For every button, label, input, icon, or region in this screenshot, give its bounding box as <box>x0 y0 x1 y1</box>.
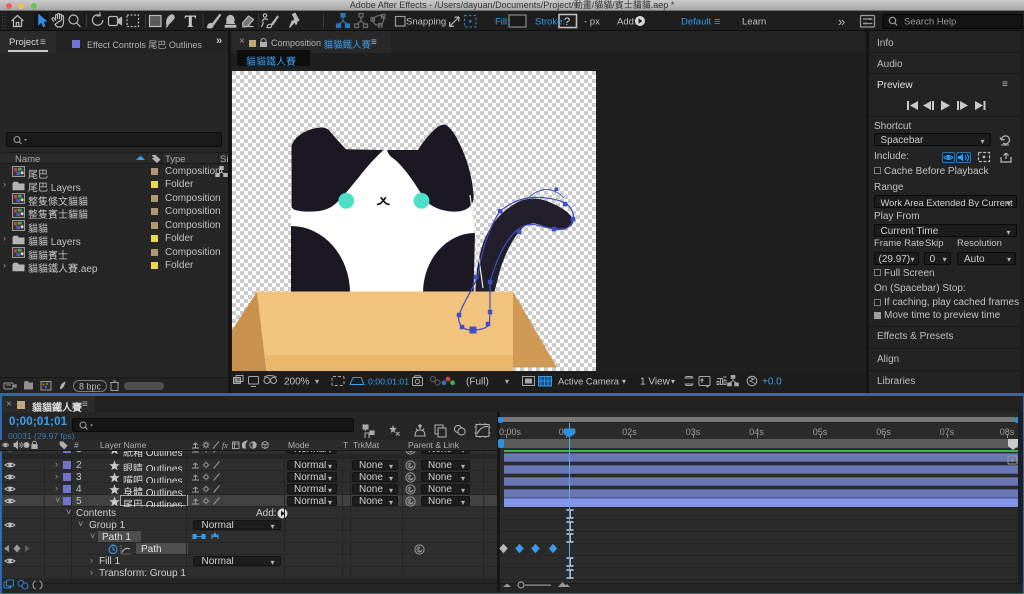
svg-text:Stroke:: Stroke: <box>535 17 565 28</box>
svg-text:Mode: Mode <box>288 440 310 450</box>
svg-text:1 View: 1 View <box>640 377 671 388</box>
svg-text:Snapping: Snapping <box>406 17 446 28</box>
svg-text:?: ? <box>564 16 570 28</box>
svg-text:- px: - px <box>584 17 600 28</box>
svg-text:200%: 200% <box>284 377 310 388</box>
svg-text:T: T <box>343 440 348 450</box>
svg-text:»: » <box>838 14 845 29</box>
svg-text:Default: Default <box>681 17 711 28</box>
svg-text:fx: fx <box>222 441 228 450</box>
svg-text:Add:: Add: <box>617 17 637 28</box>
svg-text:Search Help: Search Help <box>904 17 956 28</box>
svg-text:Parent & Link: Parent & Link <box>408 440 460 450</box>
svg-text:+0.0: +0.0 <box>762 377 782 388</box>
svg-text:0;00;01;01: 0;00;01;01 <box>368 377 409 387</box>
svg-text:Layer Name: Layer Name <box>100 440 147 450</box>
svg-text:#: # <box>74 440 79 450</box>
svg-text:≡: ≡ <box>714 16 720 28</box>
svg-text:▾: ▾ <box>315 377 319 386</box>
svg-text:Active Camera: Active Camera <box>558 377 620 387</box>
svg-text:Learn: Learn <box>742 17 766 28</box>
svg-text:▾: ▾ <box>505 377 509 386</box>
svg-text:Fill:: Fill: <box>495 17 510 28</box>
svg-text:▾: ▾ <box>622 377 626 386</box>
svg-text:8 bpc: 8 bpc <box>79 382 102 392</box>
svg-text:▾: ▾ <box>671 377 675 386</box>
svg-text:(Full): (Full) <box>466 377 489 388</box>
svg-text:TrkMat: TrkMat <box>353 440 380 450</box>
